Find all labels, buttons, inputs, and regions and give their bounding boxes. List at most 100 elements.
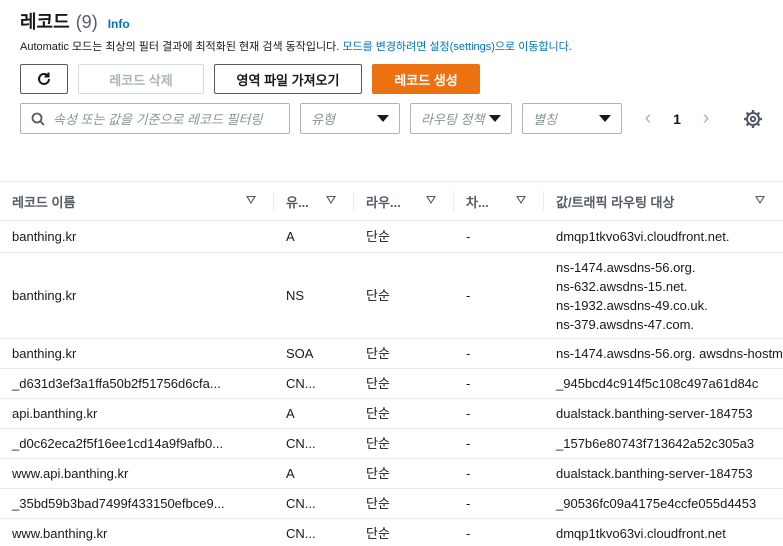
type-cell: CN... [286,526,316,541]
routing-cell: 단순 [366,526,390,541]
record-name-cell: api.banthing.kr [12,405,98,421]
description-text: Automatic 모드는 최상의 필터 결과에 최적화된 현재 검색 동작입니… [20,41,340,53]
routing-cell: 단순 [366,405,390,421]
table-row[interactable]: www.api.banthing.kr A 단순 - dualstack.ban… [0,459,783,489]
value-cell: dualstack.banthing-server-184753 [556,465,753,481]
column-header-differentiator[interactable]: 차... [454,181,544,221]
search-mode-description: Automatic 모드는 최상의 필터 결과에 최적화된 현재 검색 동작입니… [20,38,780,54]
column-header-value[interactable]: 값/트래픽 라우팅 대상 [544,181,783,221]
routing-cell: 단순 [366,345,390,361]
value-cell: dualstack.banthing-server-184753 [556,405,753,421]
alias-filter-select[interactable]: 별칭 [522,103,622,134]
column-header-label: 레코드 이름 [12,194,76,210]
table-row[interactable]: banthing.kr A 단순 - dmqp1tkvo63vi.cloudfr… [0,221,783,253]
refresh-button[interactable] [20,64,68,94]
table-header: 레코드 이름 유... 라우... 차... 값/트래픽 라우팅 대상 [0,181,783,221]
differentiator-cell: - [466,405,471,421]
record-count: (9) [75,12,98,32]
value-cell: _90536fc09a4175e4ccfe055d4453 [556,495,757,511]
create-record-button[interactable]: 레코드 생성 [372,64,480,94]
alias-filter-placeholder: 별칭 [533,112,557,127]
caret-down-icon [599,115,611,122]
value-cell: ns-1474.awsdns-56.org. ns-632.awsdns-15.… [544,258,783,334]
differentiator-cell: - [466,375,471,391]
table-row[interactable]: banthing.kr SOA 단순 - ns-1474.awsdns-56.o… [0,339,783,369]
record-name-cell: banthing.kr [12,228,77,244]
sort-icon [755,196,765,204]
sort-icon [246,196,256,204]
current-page[interactable]: 1 [663,111,691,127]
routing-cell: 단순 [366,465,390,481]
type-cell: SOA [286,345,314,361]
routing-cell: 단순 [366,435,390,451]
search-input[interactable]: 속성 또는 값을 기준으로 레코드 필터링 [20,103,290,134]
type-filter-placeholder: 유형 [311,112,335,127]
differentiator-cell: - [466,526,471,541]
type-filter-select[interactable]: 유형 [300,103,400,134]
caret-down-icon [489,115,501,122]
routing-filter-placeholder: 라우팅 정책 [421,112,485,127]
differentiator-cell: - [466,345,471,361]
table-row[interactable]: _d0c62eca2f5f16ee1cd14a9f9afb0... CN... … [0,429,783,459]
sort-icon [426,196,436,204]
table-row[interactable]: _d631d3ef3a1ffa50b2f51756d6cfa... CN... … [0,369,783,399]
routing-policy-filter-select[interactable]: 라우팅 정책 [410,103,512,134]
table-row[interactable]: api.banthing.kr A 단순 - dualstack.banthin… [0,399,783,429]
column-header-label: 라우... [366,194,401,210]
chevron-left-icon[interactable]: ‹ [633,107,663,130]
value-cell: dmqp1tkvo63vi.cloudfront.net. [556,228,730,244]
page-header: 레코드 (9) Info Automatic 모드는 최상의 필터 결과에 최적… [20,8,780,54]
type-cell: A [286,228,295,244]
differentiator-cell: - [466,435,471,451]
column-header-label: 차... [466,194,489,210]
record-name-cell: www.banthing.kr [12,526,108,541]
sort-icon [516,196,526,204]
import-zone-file-button[interactable]: 영역 파일 가져오기 [214,64,362,94]
delete-record-button[interactable]: 레코드 삭제 [78,64,204,94]
table-row[interactable]: _35bd59b3bad7499f433150efbce9... CN... 단… [0,489,783,519]
search-icon [31,112,45,126]
routing-cell: 단순 [366,495,390,511]
refresh-icon [38,72,50,85]
value-cell: _945bcd4c914f5c108c497a61d84c [556,375,759,391]
value-cell: _157b6e80743f713642a52c305a3 [556,435,755,451]
table-row[interactable]: banthing.kr NS 단순 - ns-1474.awsdns-56.or… [0,253,783,339]
record-name-cell: _35bd59b3bad7499f433150efbce9... [12,495,225,511]
routing-cell: 단순 [366,228,390,244]
type-cell: CN... [286,495,316,511]
value-line: ns-379.awsdns-47.com. [556,316,695,332]
settings-link[interactable]: 모드를 변경하려면 설정(settings)으로 이동합니다. [342,41,572,53]
value-line: ns-1932.awsdns-49.co.uk. [556,297,708,313]
type-cell: A [286,465,295,481]
chevron-right-icon[interactable]: › [691,107,721,130]
search-placeholder: 속성 또는 값을 기준으로 레코드 필터링 [53,112,263,127]
table-row[interactable]: www.banthing.kr CN... 단순 - dmqp1tkvo63vi… [0,519,783,546]
toolbar: 레코드 삭제 영역 파일 가져오기 레코드 생성 [20,64,480,94]
type-cell: NS [286,287,305,303]
caret-down-icon [377,115,389,122]
differentiator-cell: - [466,465,471,481]
record-name-cell: banthing.kr [12,287,77,303]
record-name-cell: www.api.banthing.kr [12,465,129,481]
column-header-label: 값/트래픽 라우팅 대상 [556,194,675,210]
differentiator-cell: - [466,287,471,303]
differentiator-cell: - [466,228,471,244]
gear-icon[interactable] [743,109,763,129]
routing-cell: 단순 [366,287,390,303]
sort-icon [326,196,336,204]
type-cell: CN... [286,375,316,391]
info-link[interactable]: Info [108,17,130,31]
column-header-routing[interactable]: 라우... [354,181,454,221]
record-name-cell: banthing.kr [12,345,77,361]
value-line: ns-1474.awsdns-56.org. [556,259,696,275]
column-header-label: 유... [286,194,309,210]
column-header-type[interactable]: 유... [274,181,354,221]
column-header-record-name[interactable]: 레코드 이름 [0,181,274,221]
type-cell: CN... [286,435,316,451]
value-cell: ns-1474.awsdns-56.org. awsdns-hostmaster… [556,345,783,361]
record-name-cell: _d631d3ef3a1ffa50b2f51756d6cfa... [12,375,221,391]
value-cell: dmqp1tkvo63vi.cloudfront.net [556,526,726,541]
record-name-cell: _d0c62eca2f5f16ee1cd14a9f9afb0... [12,435,224,451]
type-cell: A [286,405,295,421]
value-line: ns-632.awsdns-15.net. [556,278,688,294]
